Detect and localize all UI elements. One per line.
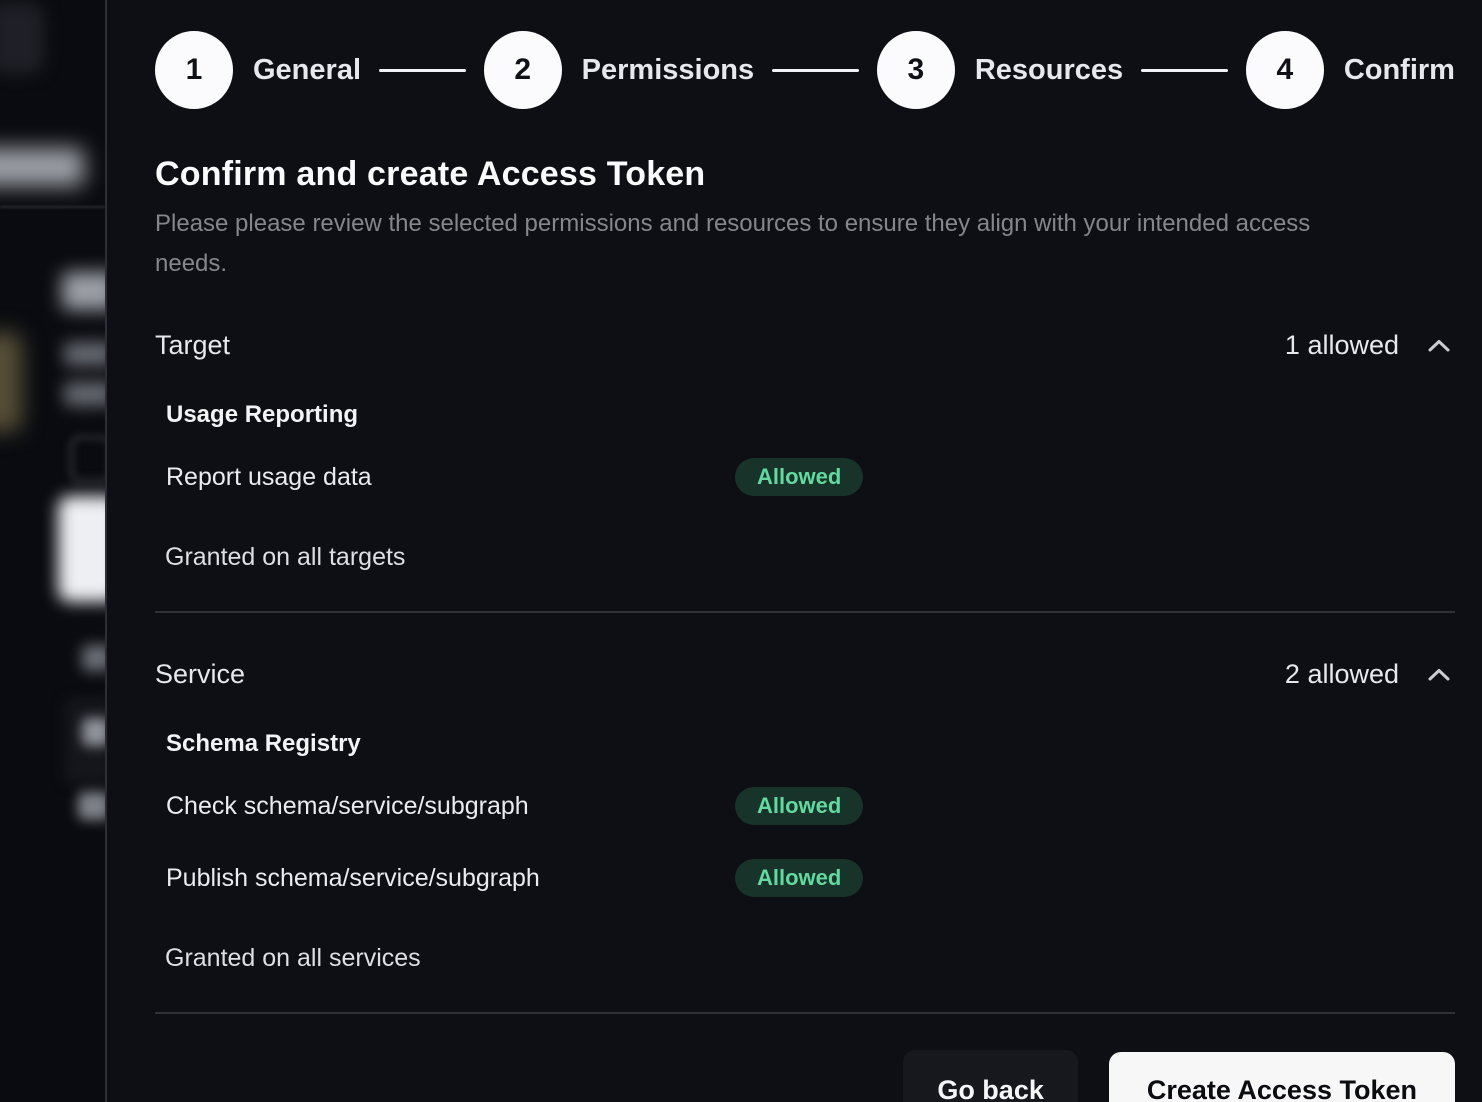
- section-body-service: Schema Registry Check schema/service/sub…: [155, 730, 1455, 973]
- granted-note: Granted on all targets: [165, 543, 1455, 572]
- step-number-badge: 4: [1246, 31, 1324, 109]
- create-access-token-button[interactable]: Create Access Token: [1109, 1052, 1455, 1102]
- step-label: Resources: [975, 54, 1123, 87]
- section-divider: [155, 611, 1455, 613]
- blurred-text-fragment: [82, 718, 105, 746]
- permission-label: Check schema/service/subgraph: [166, 792, 735, 821]
- status-badge-allowed: Allowed: [735, 859, 863, 897]
- permission-row: Report usage data Allowed: [166, 453, 1455, 501]
- step-number-badge: 1: [155, 31, 233, 109]
- blurred-warning-badge: [0, 332, 22, 432]
- permission-label: Publish schema/service/subgraph: [166, 864, 735, 893]
- allowed-count: 2 allowed: [1285, 659, 1399, 690]
- permission-group-title: Usage Reporting: [166, 401, 1455, 429]
- section-name: Service: [155, 659, 245, 690]
- create-access-token-modal: 1 General 2 Permissions 3 Resources 4 Co…: [105, 0, 1482, 1102]
- allowed-count: 1 allowed: [1285, 330, 1399, 361]
- section-body-target: Usage Reporting Report usage data Allowe…: [155, 401, 1455, 572]
- blurred-text-fragment: [82, 645, 105, 671]
- section-header-target[interactable]: Target 1 allowed: [155, 330, 1455, 361]
- permission-label: Report usage data: [166, 463, 735, 492]
- step-general[interactable]: 1 General: [155, 31, 361, 109]
- step-number-badge: 2: [484, 31, 562, 109]
- step-permissions[interactable]: 2 Permissions: [484, 31, 754, 109]
- blurred-text-fragment: [64, 382, 105, 406]
- step-number-badge: 3: [877, 31, 955, 109]
- blurred-app-background: [0, 0, 105, 1102]
- blurred-code-block: [70, 436, 105, 482]
- blurred-text-fragment: [64, 342, 105, 366]
- page-subtitle: Please please review the selected permis…: [155, 204, 1385, 284]
- wizard-stepper: 1 General 2 Permissions 3 Resources 4 Co…: [155, 31, 1455, 109]
- step-label: Confirm: [1344, 54, 1455, 87]
- page-title: Confirm and create Access Token: [155, 155, 1455, 194]
- step-label: Permissions: [582, 54, 754, 87]
- status-badge-allowed: Allowed: [735, 787, 863, 825]
- blurred-logo: [0, 2, 44, 74]
- granted-note: Granted on all services: [165, 944, 1455, 973]
- section-header-service[interactable]: Service 2 allowed: [155, 659, 1455, 690]
- step-connector-line: [1141, 69, 1228, 72]
- step-label: General: [253, 54, 361, 87]
- go-back-button[interactable]: Go back: [903, 1050, 1078, 1102]
- permission-row: Publish schema/service/subgraph Allowed: [166, 854, 1455, 902]
- blurred-button: [58, 496, 105, 602]
- step-resources[interactable]: 3 Resources: [877, 31, 1123, 109]
- step-connector-line: [379, 69, 466, 72]
- chevron-up-icon[interactable]: [1423, 335, 1455, 356]
- modal-footer: Go back Create Access Token: [155, 1050, 1455, 1102]
- status-badge-allowed: Allowed: [735, 458, 863, 496]
- blurred-text-fragment: [78, 792, 105, 820]
- chevron-up-icon[interactable]: [1423, 664, 1455, 685]
- blurred-nav-item: [0, 148, 84, 186]
- footer-divider: [155, 1012, 1455, 1014]
- permission-group-title: Schema Registry: [166, 730, 1455, 758]
- blurred-divider: [0, 206, 105, 208]
- permission-row: Check schema/service/subgraph Allowed: [166, 782, 1455, 830]
- section-name: Target: [155, 330, 230, 361]
- blurred-heading-fragment: [62, 272, 105, 310]
- step-confirm[interactable]: 4 Confirm: [1246, 31, 1455, 109]
- step-connector-line: [772, 69, 859, 72]
